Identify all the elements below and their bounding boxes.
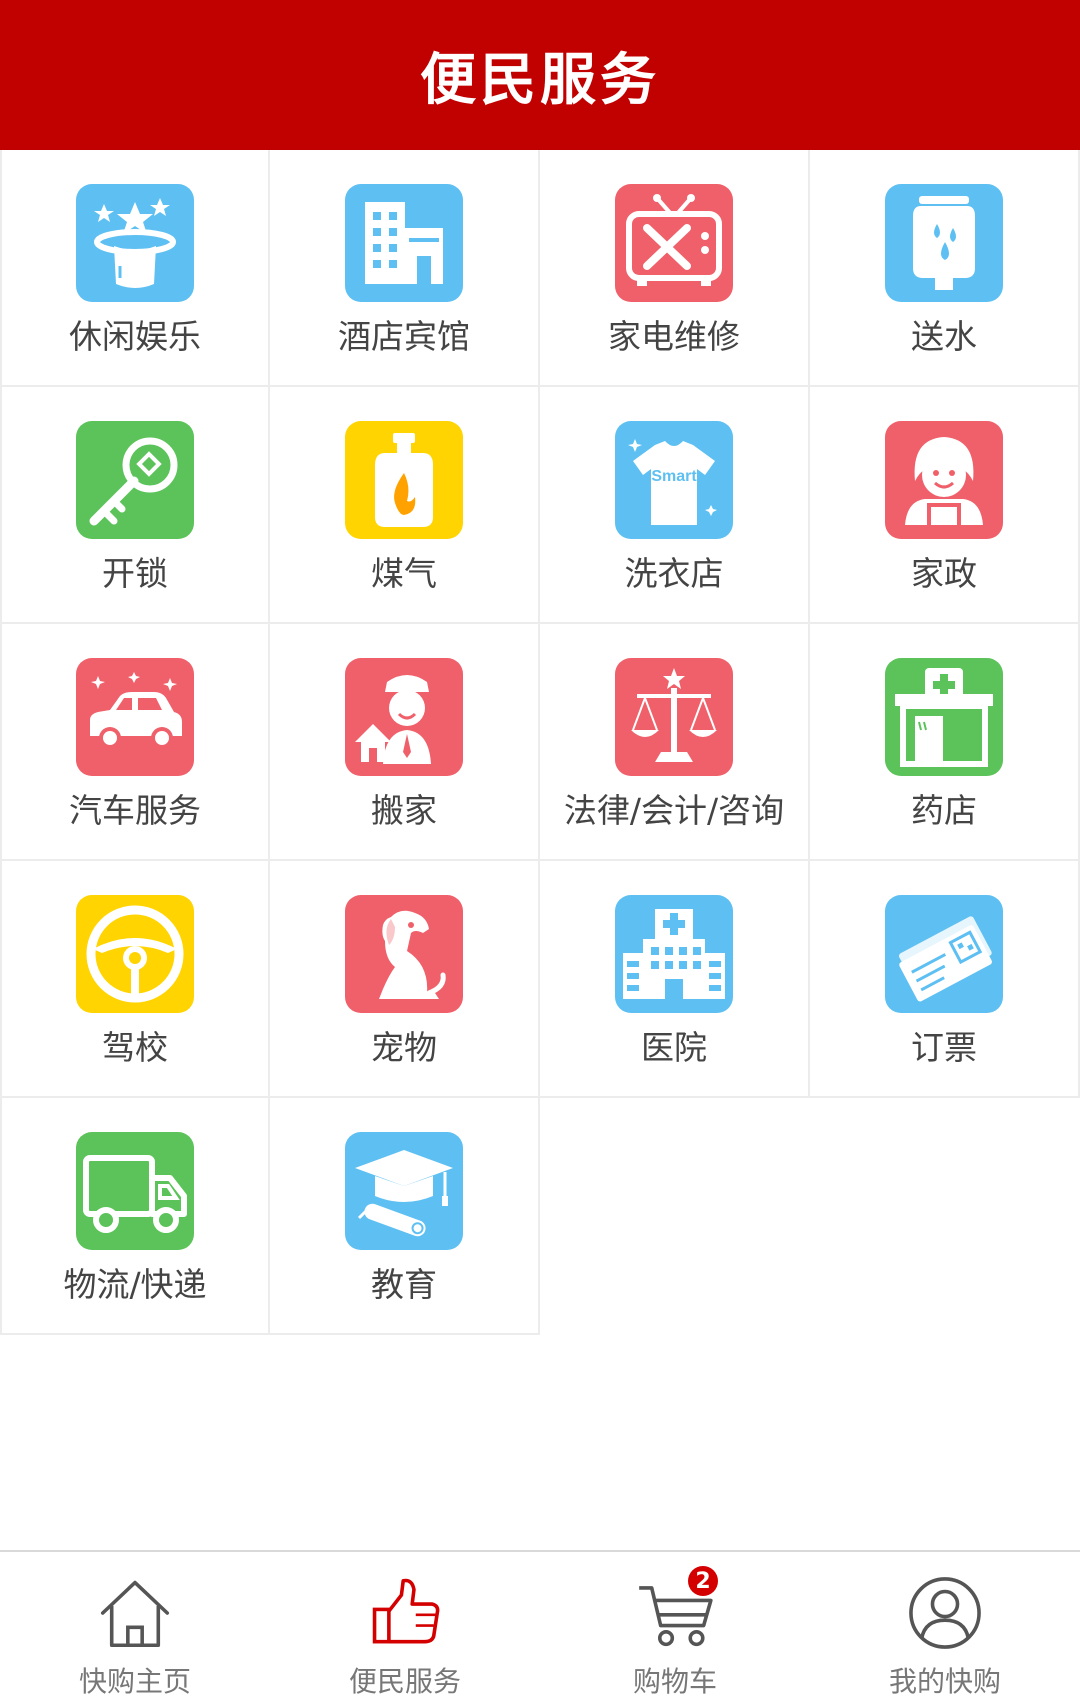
graduation-cap-icon	[345, 1132, 463, 1250]
service-label: 汽车服务	[69, 791, 201, 830]
ticket-icon	[885, 895, 1003, 1013]
housekeeper-icon	[885, 421, 1003, 539]
service-label: 订票	[911, 1028, 977, 1067]
mover-icon	[345, 658, 463, 776]
pharmacy-icon	[885, 658, 1003, 776]
service-item-leisure[interactable]: 休闲娱乐	[0, 150, 270, 387]
service-item-housekeeping[interactable]: 家政	[810, 387, 1080, 624]
home-icon	[100, 1580, 170, 1648]
hotel-building-icon	[345, 184, 463, 302]
service-item-appliance-repair[interactable]: 家电维修	[540, 150, 810, 387]
service-grid: 休闲娱乐 酒店宾馆 家电维修 送水 开锁 煤气 Smart 洗衣店 家政 汽车服…	[0, 150, 1080, 1335]
service-item-car-service[interactable]: 汽车服务	[0, 624, 270, 861]
service-label: 驾校	[102, 1028, 168, 1067]
page-title: 便民服务	[420, 47, 660, 113]
gas-cylinder-icon	[345, 421, 463, 539]
tab-profile[interactable]: 我的快购	[810, 1552, 1080, 1700]
service-label: 煤气	[371, 554, 437, 593]
steering-wheel-icon	[76, 895, 194, 1013]
key-icon	[76, 421, 194, 539]
service-item-logistics[interactable]: 物流/快递	[0, 1098, 270, 1335]
tab-services[interactable]: 便民服务	[270, 1552, 540, 1700]
service-item-pets[interactable]: 宠物	[270, 861, 540, 1098]
service-item-laundry[interactable]: Smart 洗衣店	[540, 387, 810, 624]
dog-icon	[345, 895, 463, 1013]
thumbs-up-icon	[372, 1578, 440, 1644]
service-item-hospital[interactable]: 医院	[540, 861, 810, 1098]
bottom-nav: 快购主页 便民服务 2 购物车 我的快购	[0, 1550, 1080, 1700]
service-label: 家政	[911, 554, 977, 593]
service-label: 教育	[371, 1265, 437, 1304]
tab-cart[interactable]: 2 购物车	[540, 1552, 810, 1700]
service-label: 法律/会计/咨询	[563, 791, 785, 830]
cart-count-badge: 2	[688, 1566, 718, 1596]
service-label: 开锁	[102, 554, 168, 593]
tab-label: 快购主页	[78, 1665, 191, 1698]
service-item-hotel[interactable]: 酒店宾馆	[270, 150, 540, 387]
service-item-pharmacy[interactable]: 药店	[810, 624, 1080, 861]
service-label: 送水	[911, 317, 977, 356]
service-label: 家电维修	[608, 317, 740, 356]
service-label: 洗衣店	[624, 554, 724, 593]
service-label: 酒店宾馆	[338, 317, 470, 356]
shirt-brand-text: Smart	[651, 468, 697, 485]
service-label: 医院	[641, 1028, 707, 1067]
service-item-locksmith[interactable]: 开锁	[0, 387, 270, 624]
tab-home[interactable]: 快购主页	[0, 1552, 270, 1700]
service-label: 宠物	[371, 1028, 437, 1067]
truck-icon	[76, 1132, 194, 1250]
service-item-legal-consulting[interactable]: 法律/会计/咨询	[540, 624, 810, 861]
header-bar: 便民服务	[0, 0, 1080, 150]
tab-label: 便民服务	[348, 1665, 461, 1698]
service-item-gas[interactable]: 煤气	[270, 387, 540, 624]
service-item-water-delivery[interactable]: 送水	[810, 150, 1080, 387]
car-icon	[76, 658, 194, 776]
tv-repair-icon	[615, 184, 733, 302]
service-label: 休闲娱乐	[69, 317, 201, 356]
service-item-moving[interactable]: 搬家	[270, 624, 540, 861]
service-item-education[interactable]: 教育	[270, 1098, 540, 1335]
service-label: 搬家	[371, 791, 437, 830]
scales-icon	[615, 658, 733, 776]
service-label: 物流/快递	[63, 1265, 207, 1304]
shirt-icon: Smart	[615, 421, 733, 539]
service-item-tickets[interactable]: 订票	[810, 861, 1080, 1098]
hospital-icon	[615, 895, 733, 1013]
water-bottle-icon	[885, 184, 1003, 302]
service-item-driving-school[interactable]: 驾校	[0, 861, 270, 1098]
user-icon	[909, 1577, 981, 1649]
magic-hat-icon	[76, 184, 194, 302]
service-label: 药店	[911, 791, 977, 830]
tab-label: 购物车	[632, 1665, 717, 1698]
tab-label: 我的快购	[888, 1665, 1001, 1698]
